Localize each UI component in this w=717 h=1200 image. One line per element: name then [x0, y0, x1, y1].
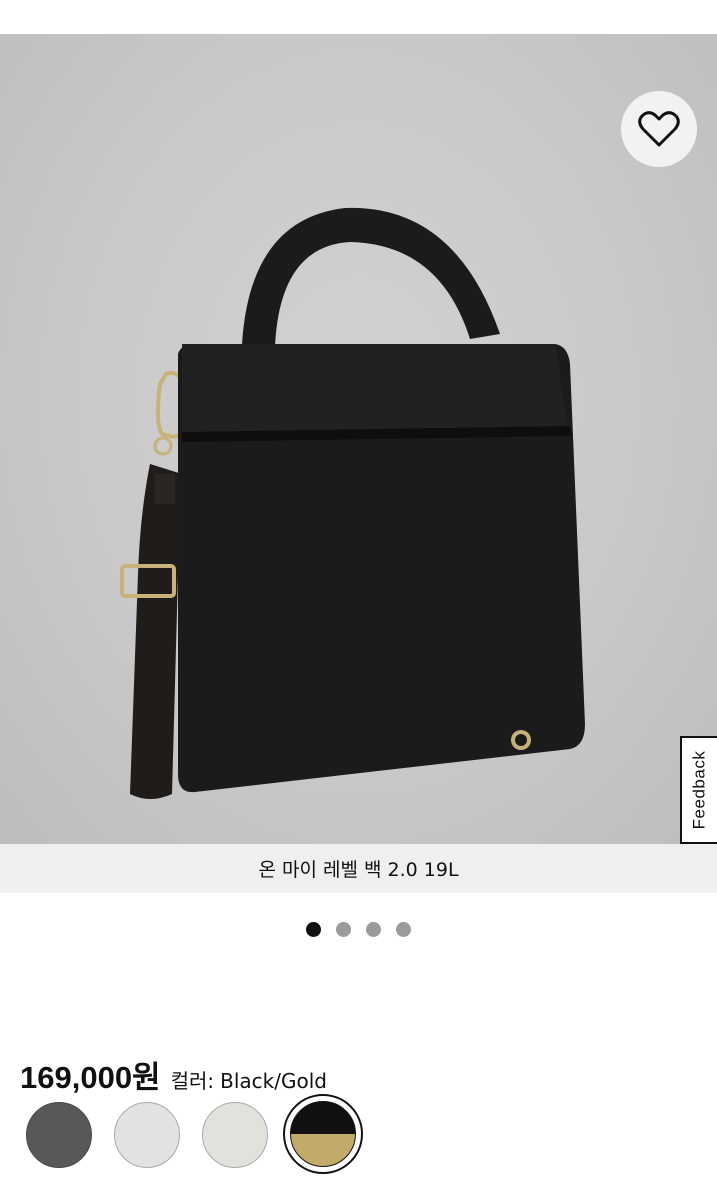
wishlist-button[interactable] — [621, 91, 697, 167]
product-price: 169,000원 — [20, 1060, 161, 1095]
product-image-gallery[interactable] — [0, 34, 717, 844]
feedback-tab[interactable]: Feedback — [680, 736, 717, 844]
product-image — [120, 207, 585, 799]
color-swatch-black-gold[interactable] — [290, 1101, 356, 1167]
color-label: 컬러: — [170, 1069, 215, 1093]
color-swatch-gray[interactable] — [26, 1102, 92, 1168]
gallery-dot-2[interactable] — [336, 922, 351, 937]
gallery-dot-1[interactable] — [306, 922, 321, 937]
top-bar — [0, 0, 717, 34]
gallery-pagination — [0, 922, 717, 940]
gallery-dot-3[interactable] — [366, 922, 381, 937]
heart-icon — [638, 111, 680, 147]
gallery-dot-4[interactable] — [396, 922, 411, 937]
image-caption: 온 마이 레벨 백 2.0 19L — [0, 844, 717, 893]
color-swatch-bone[interactable] — [202, 1102, 268, 1168]
color-value: Black/Gold — [220, 1069, 327, 1093]
feedback-label: Feedback — [689, 750, 709, 830]
price-color-row: 169,000원 컬러: Black/Gold — [20, 1052, 327, 1095]
color-swatch-light-gray[interactable] — [114, 1102, 180, 1168]
